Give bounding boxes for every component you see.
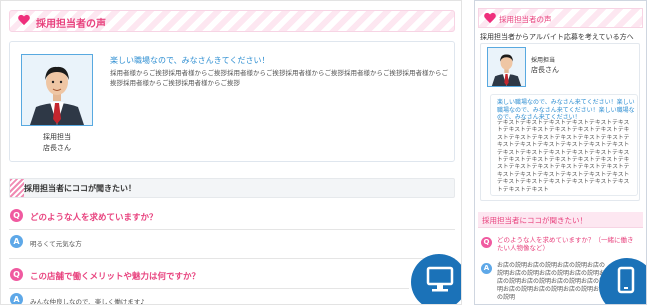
greeting-text: 採用者様からご挨拶採用者様からご挨拶採用者様からご挨拶採用者様からご挨拶採用者様… bbox=[110, 69, 448, 87]
answer-badge: A bbox=[481, 263, 492, 274]
greeting-text: テキストテキストテキストテキストテキストテキストテキストテキストテキストテキスト… bbox=[497, 120, 630, 193]
qa-section-title: 採用担当者にココが聞きたい！ bbox=[24, 184, 136, 193]
pc-preview: 採用担当者の声 採用担当 店長さん 楽しい職場なので、みなさんきてください！ 採… bbox=[0, 0, 462, 305]
heart-icon bbox=[484, 13, 496, 25]
staff-name: 店長さん bbox=[43, 144, 71, 152]
question-badge: Q bbox=[10, 209, 23, 222]
heart-icon bbox=[18, 15, 30, 27]
catch-copy: 楽しい職場なので、みなさんきてください！ bbox=[110, 56, 270, 65]
answer-text: お店の説明お店の説明お店の説明お店の説明お店の説明お店の説明お店の説明お店の説明… bbox=[497, 262, 606, 301]
staff-role: 採用担当 bbox=[43, 133, 71, 141]
answer-badge: A bbox=[10, 293, 23, 304]
question-badge: Q bbox=[481, 237, 492, 248]
catch-copy: 楽しい職場なので、みなさん来てください！楽しい職場なので、みなさん来てください！… bbox=[497, 99, 635, 121]
section-title: 採用担当者の声 bbox=[499, 15, 552, 24]
message-box: 楽しい職場なので、みなさん来てください！楽しい職場なので、みなさん来てください！… bbox=[490, 94, 638, 196]
staff-role: 採用担当 bbox=[531, 57, 556, 64]
staff-photo bbox=[21, 54, 93, 126]
section-title: 採用担当者の声 bbox=[36, 19, 106, 30]
smartphone-preview: 採用担当者の声 採用担当者からアルバイト応募を考えている方へ 採用担当 店長さん… bbox=[474, 0, 647, 305]
qa-section-header: 採用担当者にココが聞きたい！ bbox=[478, 212, 643, 228]
question-text: この店舗で働くメリットや魅力は何ですか？ bbox=[30, 272, 201, 282]
lead-text: 採用担当者からアルバイト応募を考えている方へ bbox=[480, 33, 634, 41]
question-text: どのような人を求めていますか？（一緒に働きたい人物像など） bbox=[497, 236, 634, 252]
qa-section-header: 採用担当者にココが聞きたい！ bbox=[9, 178, 455, 198]
staff-name: 店長さん bbox=[531, 66, 559, 74]
staff-photo bbox=[487, 47, 526, 87]
section-header: 採用担当者の声 bbox=[478, 8, 643, 28]
question-text: どのような人を求めていますか？ bbox=[30, 213, 158, 223]
question-badge: Q bbox=[10, 268, 23, 281]
divider bbox=[9, 288, 409, 289]
answer-text: 明るくて元気な方 bbox=[30, 240, 82, 248]
answer-badge: A bbox=[10, 235, 23, 248]
desktop-monitor-icon bbox=[411, 254, 461, 304]
smartphone-icon bbox=[599, 258, 646, 304]
profile-card: 採用担当 店長さん 楽しい職場なので、みなさんきてください！ 採用者様からご挨拶… bbox=[9, 41, 455, 162]
stripe-decoration bbox=[10, 179, 24, 197]
divider bbox=[9, 229, 455, 230]
answer-text: みんな仲良しなので、楽しく働けます♪ bbox=[30, 298, 145, 305]
divider bbox=[9, 258, 455, 259]
profile-card: 採用担当 店長さん 楽しい職場なので、みなさん来てください！楽しい職場なので、み… bbox=[480, 43, 640, 201]
section-header: 採用担当者の声 bbox=[9, 10, 455, 32]
qa-section-title: 採用担当者にココが聞きたい！ bbox=[482, 216, 587, 225]
